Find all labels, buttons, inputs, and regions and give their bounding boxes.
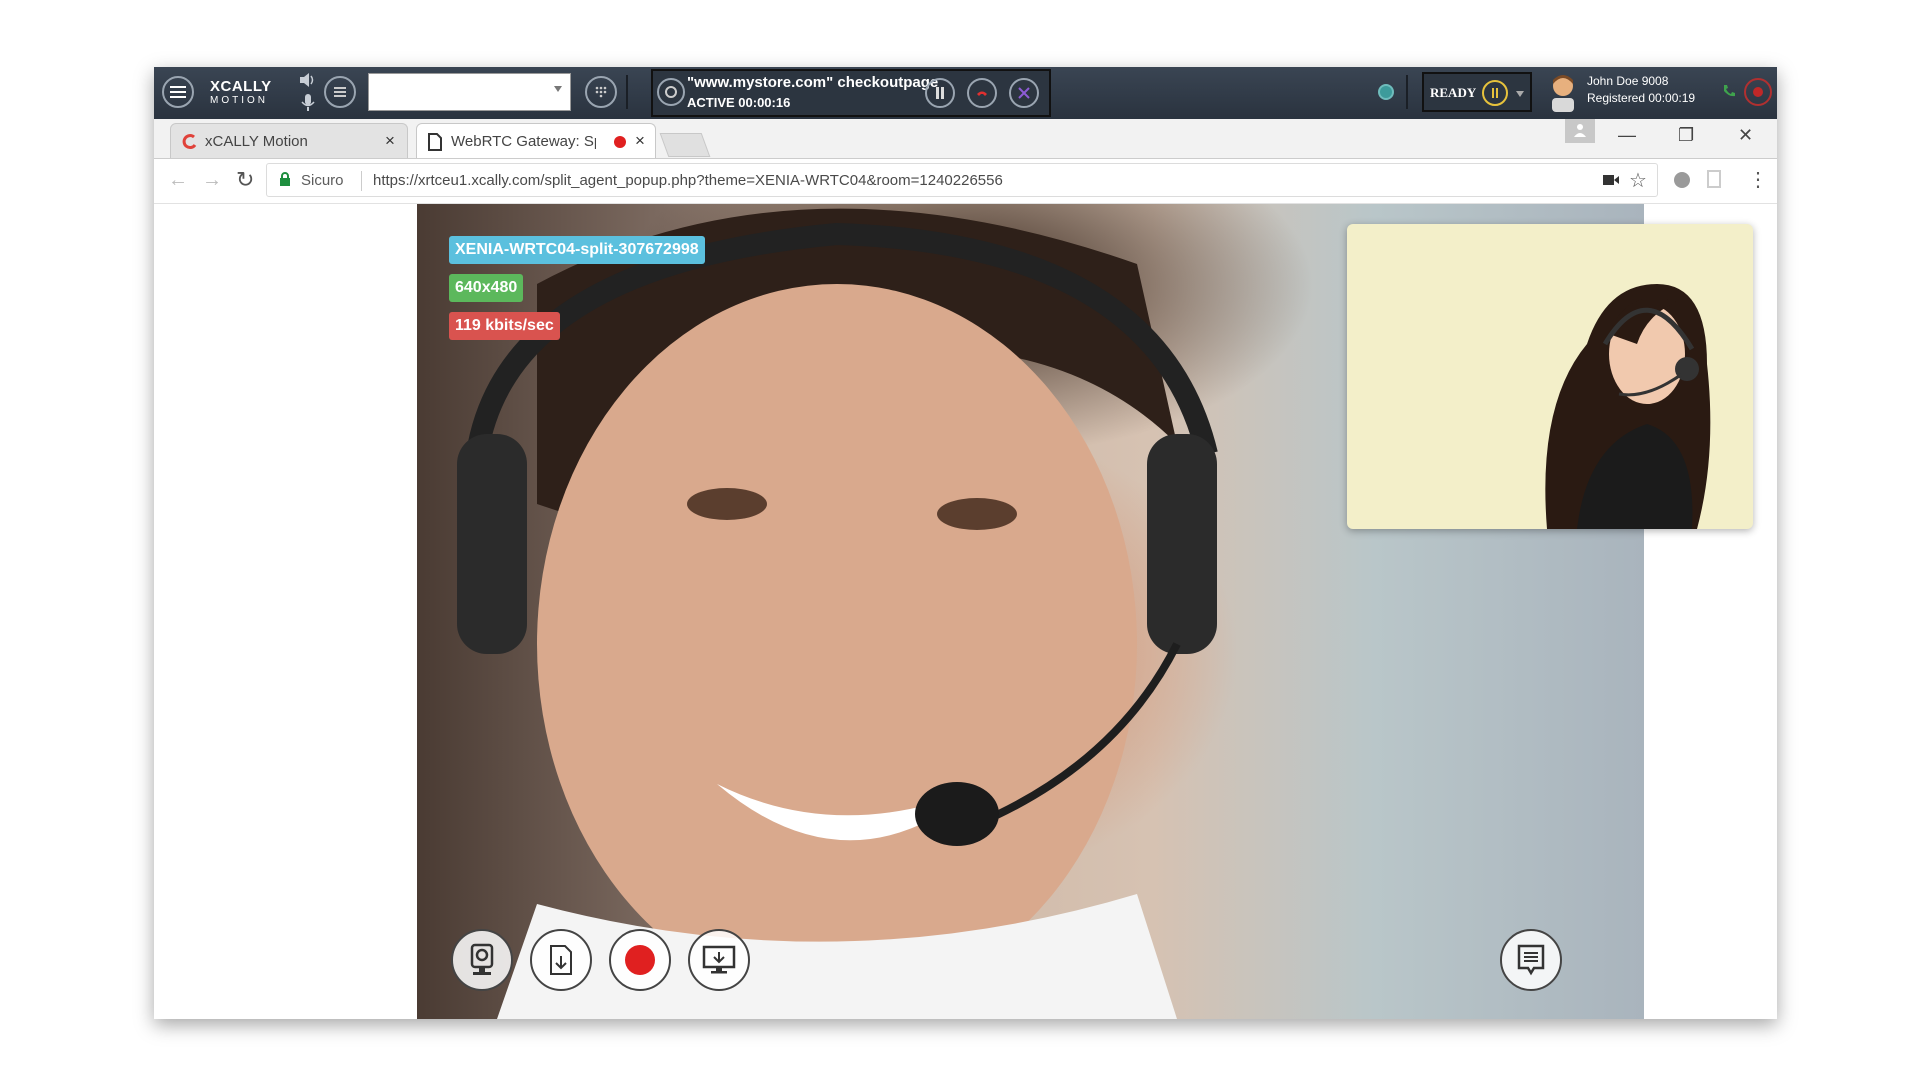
- transfer-icon: [1018, 87, 1030, 99]
- chat-button[interactable]: [1500, 929, 1562, 991]
- softphone-toolbar: XCALLY MOTION "www.mystore.com" checkout…: [154, 67, 1777, 119]
- snapshot-button[interactable]: [451, 929, 513, 991]
- extension-icon[interactable]: [1674, 172, 1690, 188]
- tab-xcally-motion[interactable]: xCALLY Motion ×: [170, 123, 408, 158]
- power-icon: [1753, 87, 1763, 97]
- session-status: ACTIVE 00:00:16: [687, 95, 791, 110]
- list-button[interactable]: [324, 76, 356, 108]
- person-icon: [1574, 124, 1586, 137]
- browser-tab-strip: xCALLY Motion × WebRTC Gateway: Spl × — …: [154, 119, 1777, 159]
- webcam-icon: [470, 943, 494, 975]
- dialpad-icon: [595, 86, 607, 98]
- record-button[interactable]: [609, 929, 671, 991]
- microphone-icon[interactable]: [300, 93, 316, 118]
- monitor-icon: [702, 945, 736, 974]
- extension-copy-icon[interactable]: [1707, 170, 1721, 188]
- transfer-button[interactable]: [1009, 78, 1039, 108]
- tab-label: xCALLY Motion: [205, 133, 308, 150]
- profile-button[interactable]: [1565, 119, 1595, 143]
- back-arrow-icon[interactable]: ←: [168, 169, 188, 192]
- logo-text: XCALLY: [210, 78, 272, 95]
- local-video-figure: [1545, 284, 1711, 529]
- agent-registration-status: Registered 00:00:19: [1587, 91, 1696, 105]
- pause-status-button[interactable]: [1482, 80, 1508, 106]
- chat-icon: [1517, 944, 1545, 976]
- new-tab-button[interactable]: [659, 133, 711, 157]
- xcally-logo: XCALLY MOTION: [210, 78, 272, 107]
- ready-label: READY: [1430, 85, 1477, 100]
- download-file-button[interactable]: [530, 929, 592, 991]
- agent-avatar: [1546, 72, 1580, 112]
- queue-select[interactable]: [368, 73, 571, 111]
- record-icon: [625, 945, 655, 975]
- session-title: "www.mystore.com" checkoutpage: [687, 74, 939, 91]
- room-badge: XENIA-WRTC04-split-307672998: [449, 236, 705, 264]
- speaker-icon[interactable]: [298, 71, 316, 94]
- screenshare-button[interactable]: [688, 929, 750, 991]
- hangup-icon: [977, 91, 987, 96]
- page-content: XENIA-WRTC04-split-307672998 640x480 119…: [154, 204, 1777, 1019]
- chevron-down-icon: [554, 86, 562, 92]
- forward-arrow-icon[interactable]: →: [202, 169, 222, 192]
- file-download-icon: [550, 945, 572, 975]
- menu-button[interactable]: [162, 76, 194, 108]
- secure-label: Sicuro: [301, 172, 344, 189]
- browser-window: XCALLY MOTION "www.mystore.com" checkout…: [154, 67, 1777, 1019]
- phone-registered-icon: [1721, 83, 1737, 104]
- lock-icon: [280, 172, 290, 186]
- tab-label: WebRTC Gateway: Spl: [451, 133, 596, 150]
- close-tab-icon[interactable]: ×: [385, 131, 395, 151]
- local-video-preview: [1347, 224, 1753, 529]
- document-favicon-icon: [428, 133, 442, 151]
- bitrate-badge: 119 kbits/sec: [449, 312, 560, 340]
- restore-button[interactable]: ❐: [1678, 125, 1694, 146]
- resolution-badge: 640x480: [449, 274, 524, 302]
- minimize-button[interactable]: —: [1618, 125, 1636, 146]
- kebab-menu-icon[interactable]: ⋮: [1748, 167, 1768, 192]
- url-text[interactable]: https://xrtceu1.xcally.com/split_agent_p…: [373, 172, 1003, 189]
- chevron-down-icon: [1516, 91, 1524, 97]
- record-ring-icon: [665, 86, 677, 98]
- divider: [1406, 75, 1408, 109]
- hamburger-icon: [170, 86, 186, 98]
- pause-icon: [936, 87, 944, 99]
- dialpad-button[interactable]: [585, 76, 617, 108]
- recording-indicator-icon: [614, 136, 626, 148]
- reload-icon[interactable]: ↻: [236, 167, 254, 193]
- close-window-button[interactable]: ✕: [1738, 125, 1753, 146]
- address-bar: ← → ↻ Sicuro https://xrtceu1.xcally.com/…: [154, 159, 1777, 204]
- session-record-indicator: [657, 78, 685, 106]
- hold-button[interactable]: [925, 78, 955, 108]
- agent-name: John Doe 9008: [1587, 74, 1669, 88]
- tab-webrtc-gateway[interactable]: WebRTC Gateway: Spl ×: [416, 123, 656, 158]
- close-tab-icon[interactable]: ×: [635, 131, 645, 151]
- hangup-button[interactable]: [967, 78, 997, 108]
- logout-button[interactable]: [1744, 78, 1772, 106]
- logo-subtext: MOTION: [210, 95, 268, 106]
- list-icon: [334, 87, 346, 97]
- ready-status-select[interactable]: READY: [1422, 72, 1532, 112]
- divider: [361, 171, 362, 191]
- camera-in-use-icon[interactable]: [1603, 174, 1619, 186]
- presence-indicator: [1378, 84, 1394, 100]
- xcally-favicon-icon: [182, 134, 197, 150]
- divider: [626, 75, 628, 109]
- pause-icon: [1492, 88, 1498, 98]
- active-session-panel: "www.mystore.com" checkoutpage ACTIVE 00…: [651, 69, 1051, 117]
- url-omnibox[interactable]: Sicuro https://xrtceu1.xcally.com/split_…: [266, 163, 1658, 197]
- bookmark-star-icon[interactable]: ☆: [1629, 168, 1647, 193]
